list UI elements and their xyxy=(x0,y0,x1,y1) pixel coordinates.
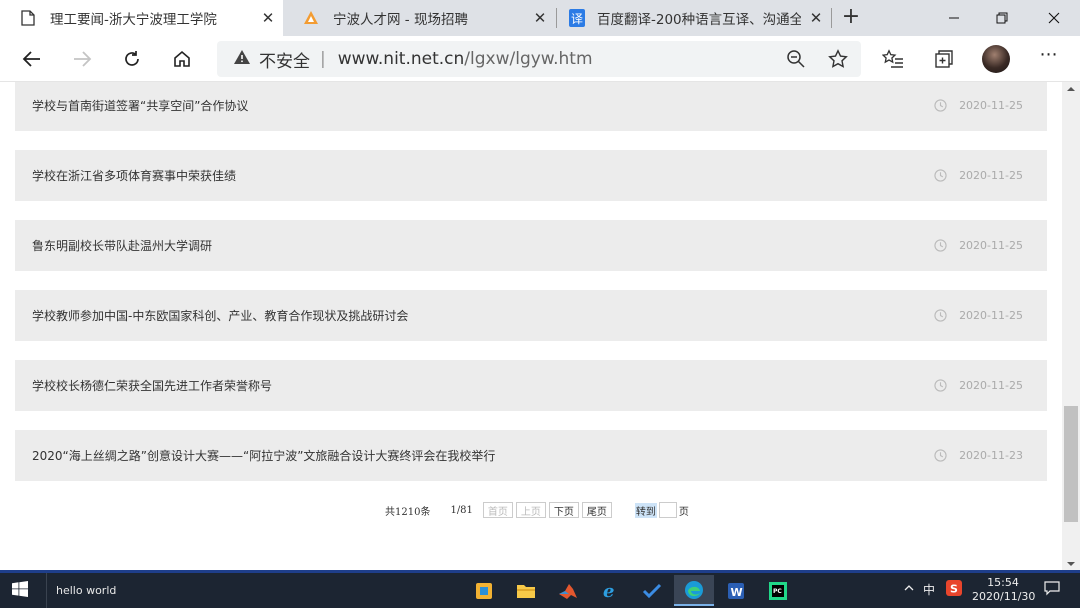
news-title[interactable]: 学校与首南街道签署“共享空间”合作协议 xyxy=(32,97,248,114)
news-title[interactable]: 2020“海上丝绸之路”创意设计大赛——“阿拉宁波”文旅融合设计大赛终评会在我校… xyxy=(32,447,495,464)
news-date: 2020-11-25 xyxy=(934,379,1023,392)
more-menu-icon[interactable]: ⋯ xyxy=(1034,44,1064,74)
site-logo-icon xyxy=(303,10,319,26)
clock-icon xyxy=(934,99,947,112)
news-item[interactable]: 学校与首南街道签署“共享空间”合作协议 2020-11-25 xyxy=(15,82,1047,131)
edge-browser-icon[interactable] xyxy=(674,575,714,606)
notification-icon[interactable] xyxy=(1044,580,1060,596)
svg-text:e: e xyxy=(603,581,614,601)
tab-title: 百度翻译-200种语言互译、沟通全世界！ xyxy=(597,12,801,28)
refresh-icon[interactable] xyxy=(114,42,150,76)
tab-divider xyxy=(831,8,832,28)
page-unit-label: 页 xyxy=(678,506,689,518)
sogou-input-icon[interactable]: S xyxy=(946,580,962,599)
last-page-button[interactable]: 尾页 xyxy=(581,502,612,518)
clock-time: 15:54 xyxy=(987,576,1019,589)
clock-icon xyxy=(934,449,947,462)
file-explorer-icon[interactable] xyxy=(506,575,546,606)
pagination: 共1210条 1/81 首页 上页 下页 尾页 转到 页 xyxy=(385,501,689,519)
news-item[interactable]: 学校教师参加中国-中东欧国家科创、产业、教育合作现状及挑战研讨会 2020-11… xyxy=(15,290,1047,341)
collections-icon[interactable] xyxy=(926,42,962,76)
clock-icon xyxy=(934,309,947,322)
tray-expand-icon[interactable] xyxy=(904,581,914,595)
news-date: 2020-11-25 xyxy=(934,309,1023,322)
favorite-star-icon[interactable] xyxy=(820,42,856,76)
clock-icon xyxy=(934,169,947,182)
home-icon[interactable] xyxy=(164,42,200,76)
url-text[interactable]: www.nit.net.cn/lgxw/lgyw.htm xyxy=(338,49,593,69)
favorites-list-icon[interactable] xyxy=(875,42,911,76)
windows-start-icon[interactable] xyxy=(12,581,28,597)
news-title[interactable]: 学校校长杨德仁荣获全国先进工作者荣誉称号 xyxy=(32,377,272,394)
address-bar[interactable]: 不安全 | www.nit.net.cn/lgxw/lgyw.htm xyxy=(217,41,861,77)
svg-text:W: W xyxy=(731,586,743,599)
next-page-button[interactable]: 下页 xyxy=(548,502,579,518)
svg-text:PC: PC xyxy=(773,588,782,595)
ime-indicator[interactable]: 中 xyxy=(923,581,935,598)
page-indicator: 1/81 xyxy=(450,504,473,516)
news-item[interactable]: 学校校长杨德仁荣获全国先进工作者荣誉称号 2020-11-25 xyxy=(15,360,1047,411)
jump-button[interactable]: 转到 xyxy=(634,502,657,518)
page-content: 学校与首南街道签署“共享空间”合作协议 2020-11-25 学校在浙江省多项体… xyxy=(0,82,1062,570)
clock-icon xyxy=(934,239,947,252)
close-tab-icon[interactable]: ✕ xyxy=(253,9,283,27)
scrollbar-thumb[interactable] xyxy=(1064,406,1078,522)
page-icon xyxy=(20,10,36,26)
news-date: 2020-11-25 xyxy=(934,239,1023,252)
news-title[interactable]: 学校教师参加中国-中东欧国家科创、产业、教育合作现状及挑战研讨会 xyxy=(32,307,408,324)
news-title[interactable]: 学校在浙江省多项体育赛事中荣获佳绩 xyxy=(32,167,236,184)
warning-icon[interactable] xyxy=(233,49,251,69)
close-tab-icon[interactable]: ✕ xyxy=(801,9,831,27)
word-app-icon[interactable]: W xyxy=(716,575,756,606)
tab-lgyw[interactable]: 理工要闻-浙大宁波理工学院 ✕ xyxy=(0,0,283,36)
news-date: 2020-11-25 xyxy=(934,169,1023,182)
browser-toolbar: 不安全 | www.nit.net.cn/lgxw/lgyw.htm xyxy=(0,36,1080,82)
security-label[interactable]: 不安全 xyxy=(259,47,310,72)
svg-text:S: S xyxy=(950,583,958,596)
restore-icon[interactable] xyxy=(976,0,1028,36)
back-icon[interactable] xyxy=(14,42,50,76)
pycharm-icon[interactable]: PC xyxy=(758,575,798,606)
news-title[interactable]: 鲁东明副校长带队赴温州大学调研 xyxy=(32,237,212,254)
tab-title: 理工要闻-浙大宁波理工学院 xyxy=(50,12,217,28)
scroll-down-icon[interactable] xyxy=(1066,560,1076,569)
search-text[interactable]: hello world xyxy=(56,584,116,597)
news-date: 2020-11-25 xyxy=(934,99,1023,112)
matlab-icon[interactable] xyxy=(548,575,588,606)
tab-nbrc[interactable]: 宁波人才网 - 现场招聘 ✕ xyxy=(283,0,555,36)
system-clock[interactable]: 15:54 2020/11/30 xyxy=(972,576,1036,604)
close-window-icon[interactable] xyxy=(1028,0,1080,36)
news-item[interactable]: 2020“海上丝绸之路”创意设计大赛——“阿拉宁波”文旅融合设计大赛终评会在我校… xyxy=(15,430,1047,481)
tab-title: 宁波人才网 - 现场招聘 xyxy=(333,12,468,28)
tab-baidu-fanyi[interactable]: 译 百度翻译-200种语言互译、沟通全世界！ ✕ xyxy=(557,0,831,36)
news-item[interactable]: 学校在浙江省多项体育赛事中荣获佳绩 2020-11-25 xyxy=(15,150,1047,201)
clock-icon xyxy=(934,379,947,392)
close-tab-icon[interactable]: ✕ xyxy=(525,9,555,27)
taskbar-search-box[interactable]: hello world xyxy=(46,573,456,608)
forward-icon[interactable] xyxy=(64,42,100,76)
file-manager-app-icon[interactable] xyxy=(464,575,504,606)
internet-explorer-icon[interactable]: e xyxy=(590,575,630,606)
minimize-icon[interactable] xyxy=(928,0,980,36)
first-page-button[interactable]: 首页 xyxy=(482,502,513,518)
todo-app-icon[interactable] xyxy=(632,575,672,606)
news-date: 2020-11-23 xyxy=(934,449,1023,462)
windows-taskbar: hello world e W PC 中 S 15:54 2020/11/30 xyxy=(0,570,1080,608)
scroll-up-icon[interactable] xyxy=(1066,85,1076,94)
page-number-input[interactable] xyxy=(658,502,677,518)
tab-strip: 理工要闻-浙大宁波理工学院 ✕ 宁波人才网 - 现场招聘 ✕ 译 百度翻译-20… xyxy=(0,0,1080,36)
translate-icon: 译 xyxy=(569,9,585,27)
profile-avatar[interactable] xyxy=(982,45,1010,73)
clock-date: 2020/11/30 xyxy=(972,590,1036,603)
news-item[interactable]: 鲁东明副校长带队赴温州大学调研 2020-11-25 xyxy=(15,220,1047,271)
zoom-icon[interactable] xyxy=(778,42,814,76)
new-tab-button[interactable]: + xyxy=(838,4,864,32)
address-separator: | xyxy=(320,49,326,69)
vertical-scrollbar[interactable] xyxy=(1062,82,1080,570)
total-count: 共1210条 xyxy=(385,506,431,518)
prev-page-button[interactable]: 上页 xyxy=(515,502,546,518)
